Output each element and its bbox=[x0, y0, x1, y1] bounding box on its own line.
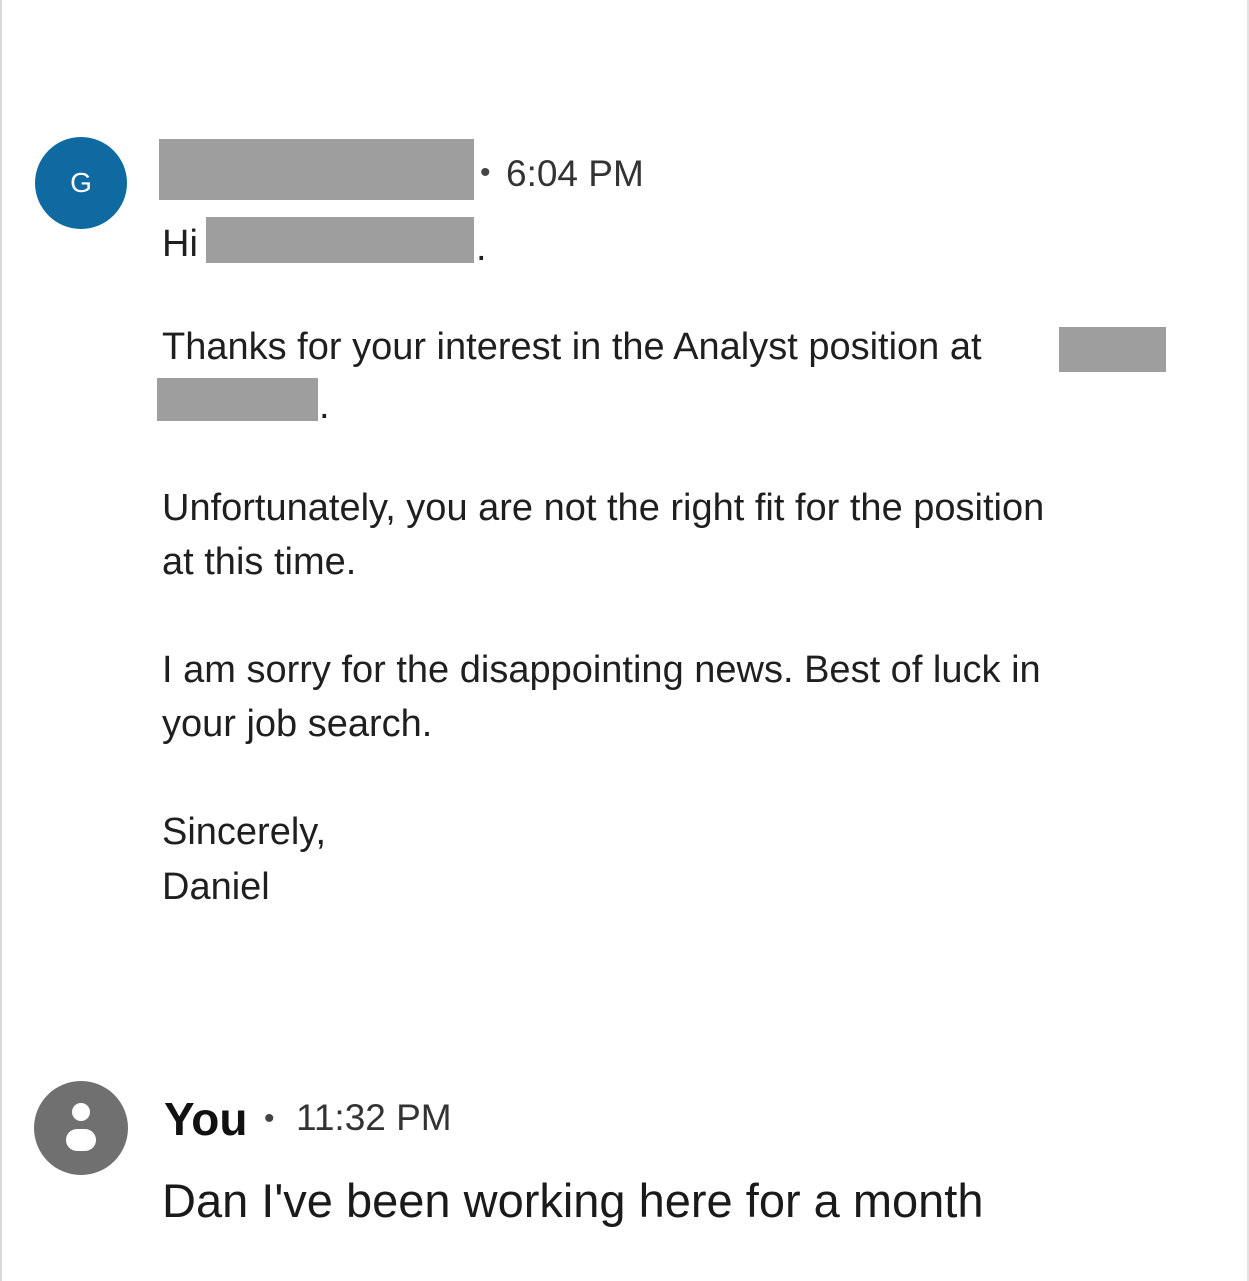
message-paragraph-3-line-1: I am sorry for the disappointing news. B… bbox=[162, 649, 1041, 691]
redacted-recipient-name bbox=[206, 217, 474, 263]
greeting-period: . bbox=[476, 227, 487, 269]
redacted-sender-name bbox=[159, 139, 474, 200]
message-line-1: Thanks for your interest in the Analyst … bbox=[162, 326, 982, 368]
default-person-icon bbox=[66, 1103, 96, 1151]
message-timestamp: 6:04 PM bbox=[506, 153, 644, 194]
you-avatar[interactable] bbox=[34, 1081, 128, 1175]
message-signoff: Sincerely, bbox=[162, 811, 327, 853]
message-paragraph-3-line-2: your job search. bbox=[162, 703, 433, 745]
message-paragraph-2-line-1: Unfortunately, you are not the right fit… bbox=[162, 487, 1045, 529]
sender-avatar-initial: G bbox=[70, 167, 92, 198]
reply-sender-name: You bbox=[164, 1093, 248, 1145]
reply-timestamp: 11:32 PM bbox=[296, 1097, 452, 1138]
message-separator: • bbox=[480, 156, 491, 189]
reply-separator: • bbox=[264, 1102, 275, 1135]
redacted-company-part-1 bbox=[1059, 327, 1166, 372]
sender-avatar[interactable]: G bbox=[35, 137, 127, 229]
message-signature: Daniel bbox=[162, 866, 270, 908]
message-line-1-period: . bbox=[319, 385, 330, 427]
reply-text: Dan I've been working here for a month bbox=[162, 1174, 984, 1227]
left-border bbox=[0, 0, 2, 1281]
greeting-text: Hi bbox=[162, 223, 198, 265]
message-paragraph-2-line-2: at this time. bbox=[162, 541, 357, 583]
redacted-company-part-2 bbox=[157, 378, 318, 421]
